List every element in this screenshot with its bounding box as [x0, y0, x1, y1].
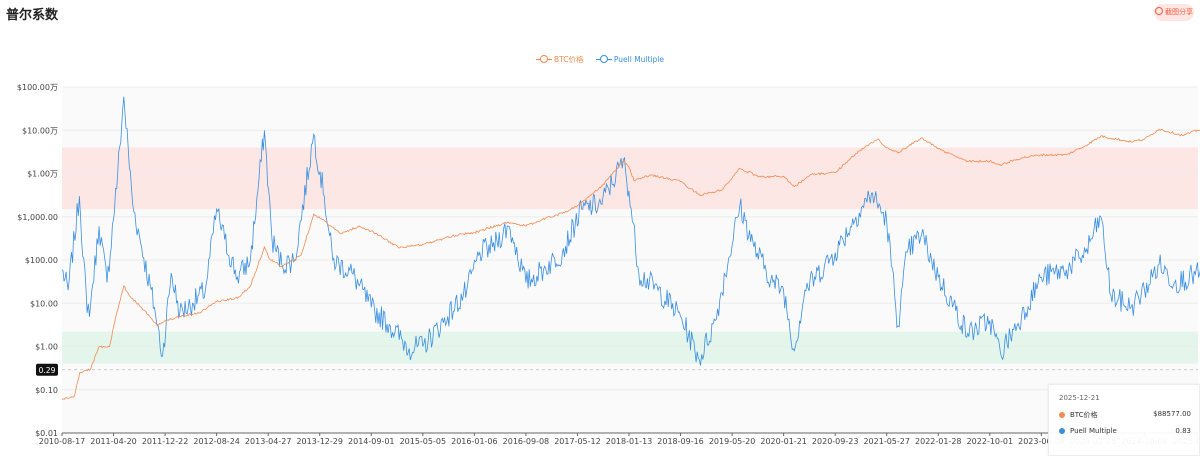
- tooltip-series-value: 0.83: [1175, 427, 1191, 435]
- share-icon: [1155, 7, 1163, 15]
- x-tick-label: 2018-09-16: [657, 437, 704, 446]
- y-tick-label: $1,000.00: [17, 213, 58, 222]
- x-tick-label: 2012-08-24: [193, 437, 240, 446]
- screenshot-share-button[interactable]: 截图分享: [1154, 4, 1194, 21]
- tooltip-series-value: $88577.00: [1153, 410, 1191, 418]
- y-tick-label: $1.00万: [27, 170, 58, 179]
- y-tick-label: $100.00万: [17, 83, 58, 92]
- current-value-tag-label: 0.29: [39, 366, 56, 375]
- tooltip-dot-icon: [1059, 412, 1065, 418]
- x-tick-label: 2013-12-29: [296, 437, 343, 446]
- y-tick-label: $0.10: [35, 386, 58, 395]
- x-tick-label: 2022-10-01: [967, 437, 1014, 446]
- y-tick-label: $10.00: [30, 299, 58, 308]
- tooltip-series-name: Puell Multiple: [1070, 427, 1117, 435]
- tooltip-date: 2025-12-21: [1059, 394, 1100, 402]
- page-title: 普尔系数: [6, 8, 59, 23]
- x-tick-label: 2016-09-08: [503, 437, 550, 446]
- y-tick-label: $1.00: [35, 343, 58, 352]
- tooltip-dot-icon: [1059, 428, 1065, 434]
- chart-tooltip: 2025-12-21 BTC价格 $88577.00 Puell Multiple…: [1048, 384, 1200, 456]
- tooltip-row-btc-price: BTC价格 $88577.00: [1059, 410, 1191, 420]
- y-tick-label: $10.00万: [22, 126, 58, 135]
- x-tick-label: 2014-09-01: [348, 437, 395, 446]
- band-low-zone: [62, 331, 1198, 364]
- x-tick-label: 2021-05-27: [863, 437, 910, 446]
- x-tick-label: 2010-08-17: [39, 437, 86, 446]
- x-tick-label: 2015-05-05: [400, 437, 447, 446]
- x-tick-label: 2016-01-06: [451, 437, 498, 446]
- x-tick-label: 2011-12-22: [142, 437, 189, 446]
- y-tick-label: $100.00: [25, 256, 58, 265]
- x-tick-label: 2011-04-20: [90, 437, 137, 446]
- x-tick-label: 2020-09-23: [812, 437, 859, 446]
- x-tick-label: 2018-01-13: [606, 437, 653, 446]
- tooltip-series-name: BTC价格: [1070, 411, 1098, 419]
- x-tick-label: 2019-05-20: [709, 437, 756, 446]
- x-tick-label: 2017-05-12: [554, 437, 601, 446]
- tooltip-row-puell-multiple: Puell Multiple 0.83: [1059, 427, 1191, 435]
- x-tick-label: 2022-01-28: [915, 437, 962, 446]
- x-tick-label: 2020-01-21: [760, 437, 807, 446]
- screenshot-share-label: 截图分享: [1165, 8, 1193, 16]
- x-tick-label: 2013-04-27: [245, 437, 292, 446]
- puell-multiple-chart[interactable]: $100.00万 $10.00万 $1.00万 $1,000.00 $100.00 $10…: [0, 28, 1200, 454]
